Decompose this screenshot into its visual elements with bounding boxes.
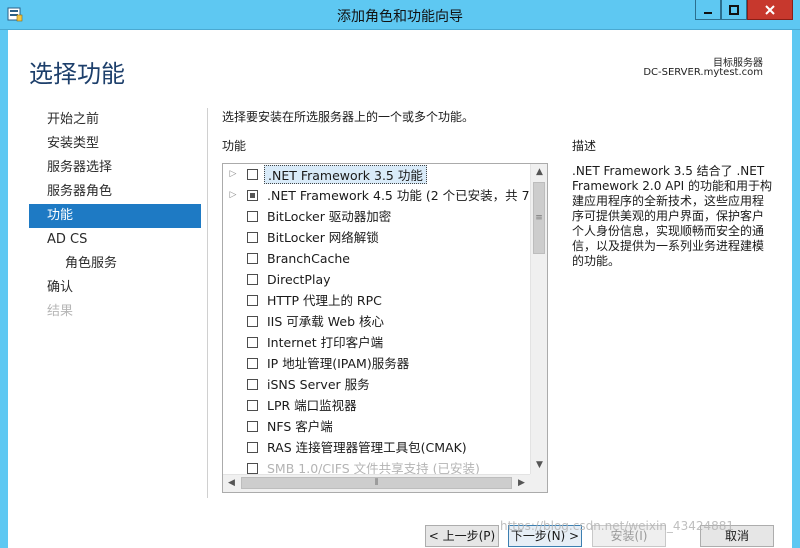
nav-item-features[interactable]: 功能 <box>29 204 201 228</box>
feature-checkbox[interactable] <box>247 232 258 243</box>
nav-item-server-roles[interactable]: 服务器角色 <box>29 180 201 204</box>
feature-checkbox[interactable] <box>247 211 258 222</box>
feature-label: BitLocker 驱动器加密 <box>267 209 392 224</box>
feature-checkbox[interactable] <box>247 358 258 369</box>
feature-checkbox[interactable] <box>247 442 258 453</box>
feature-checkbox[interactable] <box>247 379 258 390</box>
instruction-text: 选择要安装在所选服务器上的一个或多个功能。 <box>222 110 475 124</box>
feature-label: LPR 端口监视器 <box>267 398 357 413</box>
description-text: .NET Framework 3.5 结合了 .NET Framework 2.… <box>572 164 772 268</box>
feature-checkbox[interactable] <box>247 316 258 327</box>
vertical-scrollbar[interactable]: ▲ ≡ ▼ <box>530 164 547 474</box>
expand-arrow-icon[interactable]: ▷ <box>228 185 238 206</box>
feature-checkbox[interactable] <box>247 190 258 201</box>
feature-label: HTTP 代理上的 RPC <box>267 293 382 308</box>
features-heading: 功能 <box>222 139 247 153</box>
nav-item-installation-type[interactable]: 安装类型 <box>29 132 201 156</box>
feature-row[interactable]: IP 地址管理(IPAM)服务器 <box>223 353 530 374</box>
feature-checkbox[interactable] <box>247 274 258 285</box>
feature-label: iSNS Server 服务 <box>267 377 370 392</box>
feature-row[interactable]: BitLocker 网络解锁 <box>223 227 530 248</box>
scrollbar-corner <box>530 474 547 492</box>
feature-row[interactable]: Internet 打印客户端 <box>223 332 530 353</box>
feature-label: BitLocker 网络解锁 <box>267 230 379 245</box>
description-heading: 描述 <box>572 139 597 153</box>
feature-checkbox[interactable] <box>247 295 258 306</box>
feature-row[interactable]: HTTP 代理上的 RPC <box>223 290 530 311</box>
nav-divider <box>207 108 208 498</box>
nav-item-role-services[interactable]: 角色服务 <box>29 252 201 276</box>
feature-row[interactable]: NFS 客户端 <box>223 416 530 437</box>
feature-checkbox[interactable] <box>247 421 258 432</box>
nav-item-before-you-begin[interactable]: 开始之前 <box>29 108 201 132</box>
page-title: 选择功能 <box>29 60 125 88</box>
nav-item-ad-cs[interactable]: AD CS <box>29 228 201 252</box>
feature-row[interactable]: iSNS Server 服务 <box>223 374 530 395</box>
feature-label: SMB 1.0/CIFS 文件共享支持 (已安装) <box>267 461 480 474</box>
maximize-button[interactable] <box>721 0 747 20</box>
scroll-down-arrow-icon[interactable]: ▼ <box>531 457 547 474</box>
previous-button[interactable]: < 上一步(P) <box>425 525 499 547</box>
feature-row[interactable]: RAS 连接管理器管理工具包(CMAK) <box>223 437 530 458</box>
minimize-button[interactable] <box>695 0 721 20</box>
maximize-icon <box>729 4 739 15</box>
feature-label: .NET Framework 4.5 功能 (2 个已安装，共 7 个) <box>267 188 530 203</box>
feature-label: .NET Framework 3.5 功能 <box>264 165 427 184</box>
nav-item-confirmation[interactable]: 确认 <box>29 276 201 300</box>
scroll-right-arrow-icon[interactable]: ▶ <box>513 475 530 492</box>
feature-row[interactable]: BranchCache <box>223 248 530 269</box>
feature-checkbox[interactable] <box>247 169 258 180</box>
feature-label: Internet 打印客户端 <box>267 335 384 350</box>
scroll-left-arrow-icon[interactable]: ◀ <box>223 475 240 492</box>
install-button: 安装(I) <box>592 525 666 547</box>
feature-row[interactable]: DirectPlay <box>223 269 530 290</box>
feature-label: IIS 可承载 Web 核心 <box>267 314 384 329</box>
feature-checkbox[interactable] <box>247 337 258 348</box>
feature-label: BranchCache <box>267 251 350 266</box>
feature-checkbox[interactable] <box>247 253 258 264</box>
feature-label: DirectPlay <box>267 272 331 287</box>
features-tree[interactable]: ▷ .NET Framework 3.5 功能 ▷ .NET Framework… <box>222 163 548 493</box>
feature-label: IP 地址管理(IPAM)服务器 <box>267 356 410 371</box>
expand-arrow-icon[interactable]: ▷ <box>228 164 238 185</box>
feature-label: NFS 客户端 <box>267 419 333 434</box>
feature-checkbox[interactable] <box>247 400 258 411</box>
feature-row[interactable]: IIS 可承载 Web 核心 <box>223 311 530 332</box>
feature-row[interactable]: ▷ .NET Framework 4.5 功能 (2 个已安装，共 7 个) <box>223 185 530 206</box>
scroll-up-arrow-icon[interactable]: ▲ <box>531 164 547 181</box>
horizontal-scrollbar[interactable]: ◀ ⦀ ▶ <box>223 474 530 492</box>
grip-icon: ≡ <box>535 213 543 223</box>
close-button[interactable] <box>747 0 793 20</box>
window-title: 添加角色和功能向导 <box>337 9 463 25</box>
features-list: ▷ .NET Framework 3.5 功能 ▷ .NET Framework… <box>223 164 530 474</box>
feature-row[interactable]: LPR 端口监视器 <box>223 395 530 416</box>
nav-item-server-selection[interactable]: 服务器选择 <box>29 156 201 180</box>
minimize-icon <box>704 11 712 14</box>
horizontal-scroll-thumb[interactable]: ⦀ <box>241 477 512 489</box>
feature-row[interactable]: BitLocker 驱动器加密 <box>223 206 530 227</box>
feature-label: RAS 连接管理器管理工具包(CMAK) <box>267 440 467 455</box>
title-bar: 添加角色和功能向导 <box>0 0 800 30</box>
target-server-name: DC-SERVER.mytest.com <box>643 67 763 78</box>
next-button[interactable]: 下一步(N) > <box>508 525 582 547</box>
feature-checkbox[interactable] <box>247 463 258 474</box>
nav-item-results: 结果 <box>47 304 74 319</box>
vertical-scroll-thumb[interactable]: ≡ <box>533 182 545 254</box>
cancel-button[interactable]: 取消 <box>700 525 774 547</box>
wizard-nav: 开始之前 安装类型 服务器选择 服务器角色 功能 AD CS 角色服务 确认 结… <box>29 108 201 324</box>
feature-row[interactable]: SMB 1.0/CIFS 文件共享支持 (已安装) <box>223 458 530 474</box>
feature-row[interactable]: ▷ .NET Framework 3.5 功能 <box>223 164 530 185</box>
close-icon <box>765 4 775 15</box>
grip-icon: ⦀ <box>374 478 379 488</box>
